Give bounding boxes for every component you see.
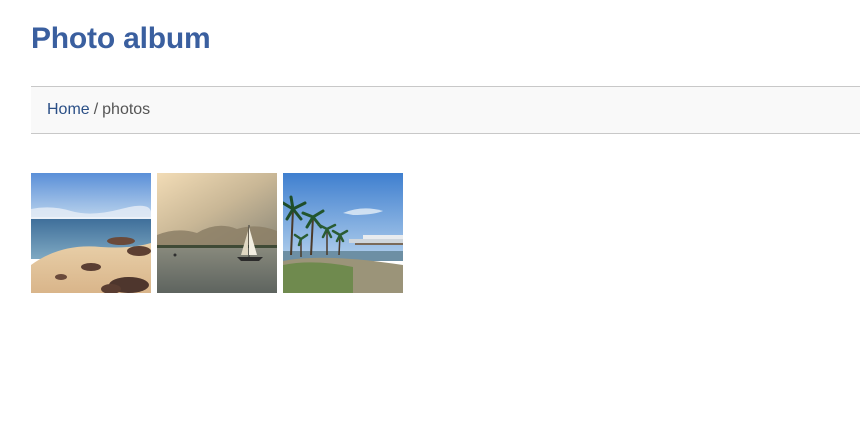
photo-thumbnail-beach[interactable] <box>31 173 151 293</box>
page: Photo album Home / photos <box>0 0 860 422</box>
page-title: Photo album <box>31 22 211 55</box>
breadcrumb-home-link[interactable]: Home <box>47 101 90 119</box>
breadcrumb-separator: / <box>93 101 99 118</box>
palms-photo <box>283 173 403 293</box>
sailboat-photo <box>157 173 277 293</box>
photo-thumbnail-sailboat[interactable] <box>157 173 277 293</box>
breadcrumb: Home / photos <box>31 86 860 134</box>
breadcrumb-current: photos <box>102 101 151 118</box>
photo-gallery <box>31 173 403 293</box>
beach-photo <box>31 173 151 293</box>
photo-thumbnail-palms[interactable] <box>283 173 403 293</box>
